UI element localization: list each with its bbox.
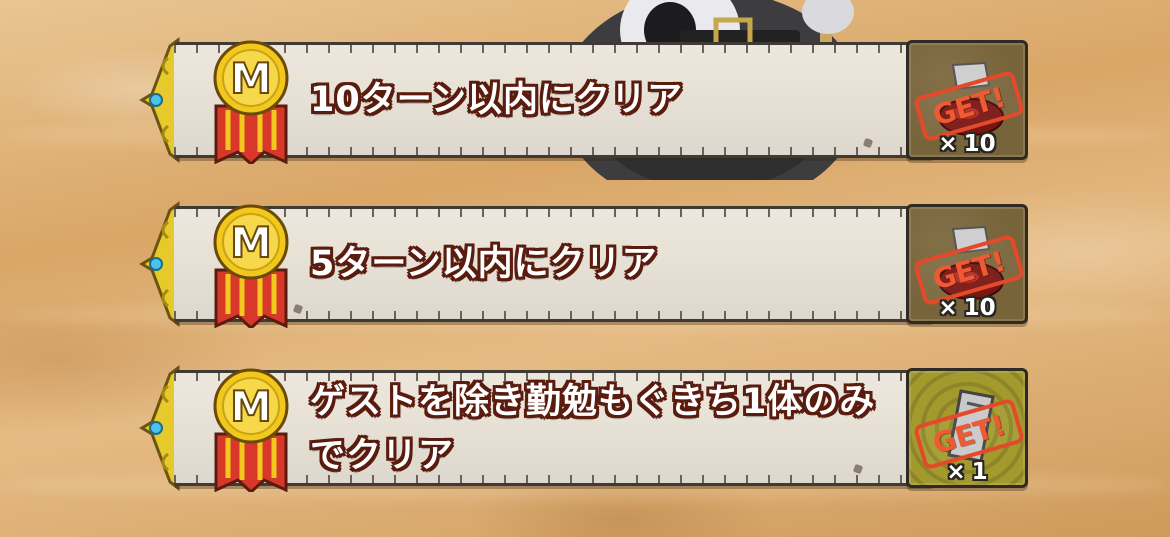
medal-letter: M — [230, 54, 272, 103]
times-symbol: × — [946, 459, 966, 485]
times-symbol: × — [938, 131, 958, 157]
reward-box[interactable]: GET! × 10 — [906, 204, 1028, 324]
mission-description: 10ターン以内にクリア — [310, 80, 683, 120]
mission-row: M 10ターン以内にクリア GET! × 10 — [138, 36, 1033, 164]
medal-icon: M — [213, 40, 289, 164]
medal-icon: M — [213, 204, 289, 328]
reward-count-value: 10 — [963, 131, 996, 157]
times-symbol: × — [938, 295, 958, 321]
medal-letter: M — [230, 218, 272, 267]
medal-icon: M — [213, 368, 289, 492]
medal-letter: M — [230, 382, 272, 431]
reward-count-value: 10 — [963, 295, 996, 321]
reward-box[interactable]: GET! × 1 — [906, 368, 1028, 488]
mission-description: ゲストを除き勤勉もぐきち1体のみでクリア — [310, 382, 876, 476]
reward-count: × 1 — [909, 459, 1025, 485]
reward-count: × 10 — [909, 295, 1025, 321]
mission-description: 5ターン以内にクリア — [310, 244, 658, 284]
reward-box[interactable]: GET! × 10 — [906, 40, 1028, 160]
mission-row: M ゲストを除き勤勉もぐきち1体のみでクリア GET! × 1 — [138, 364, 1033, 492]
mission-list: M 10ターン以内にクリア GET! × 10 M 5ターン以内にクリア GET… — [0, 0, 1170, 537]
reward-count: × 10 — [909, 131, 1025, 157]
reward-count-value: 1 — [971, 459, 988, 485]
mission-row: M 5ターン以内にクリア GET! × 10 — [138, 200, 1033, 328]
